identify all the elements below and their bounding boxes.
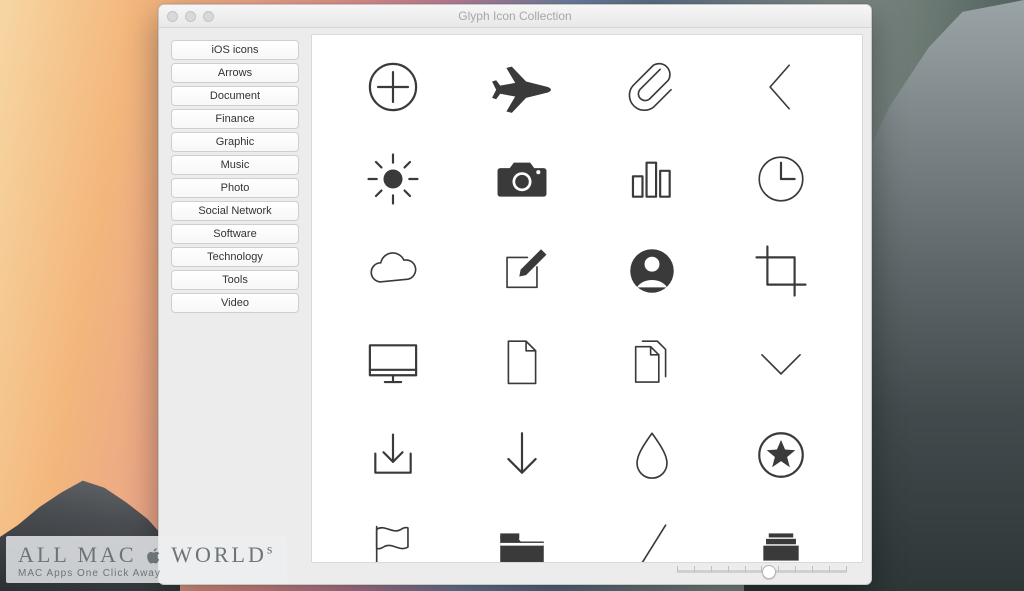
document-icon[interactable] xyxy=(458,317,588,409)
category-technology[interactable]: Technology xyxy=(171,247,299,267)
apple-logo-icon xyxy=(147,548,161,564)
minimize-button[interactable] xyxy=(185,11,196,22)
zoom-slider-track[interactable] xyxy=(677,570,847,573)
download-icon[interactable] xyxy=(328,409,458,501)
category-ios-icons[interactable]: iOS icons xyxy=(171,40,299,60)
slash-icon[interactable] xyxy=(587,501,717,563)
airplane-icon[interactable] xyxy=(458,41,588,133)
window-title: Glyph Icon Collection xyxy=(159,9,871,23)
camera-icon[interactable] xyxy=(458,133,588,225)
close-button[interactable] xyxy=(167,11,178,22)
folder-icon[interactable] xyxy=(458,501,588,563)
traffic-lights xyxy=(167,11,214,22)
app-window: Glyph Icon Collection iOS icons Arrows D… xyxy=(158,4,872,585)
category-photo[interactable]: Photo xyxy=(171,178,299,198)
category-finance[interactable]: Finance xyxy=(171,109,299,129)
icon-canvas[interactable] xyxy=(311,34,863,563)
paperclip-icon[interactable] xyxy=(587,41,717,133)
brightness-sun-icon[interactable] xyxy=(328,133,458,225)
category-software[interactable]: Software xyxy=(171,224,299,244)
chevron-left-icon[interactable] xyxy=(717,41,847,133)
chevron-down-icon[interactable] xyxy=(717,317,847,409)
arrow-down-icon[interactable] xyxy=(458,409,588,501)
drop-icon[interactable] xyxy=(587,409,717,501)
category-music[interactable]: Music xyxy=(171,155,299,175)
flag-icon[interactable] xyxy=(328,501,458,563)
window-content: iOS icons Arrows Document Finance Graphi… xyxy=(159,28,871,585)
monitor-icon[interactable] xyxy=(328,317,458,409)
stack-icon[interactable] xyxy=(717,501,847,563)
category-tools[interactable]: Tools xyxy=(171,270,299,290)
compose-icon[interactable] xyxy=(458,225,588,317)
category-social-network[interactable]: Social Network xyxy=(171,201,299,221)
clock-icon[interactable] xyxy=(717,133,847,225)
watermark-line2: MAC Apps One Click Away xyxy=(18,568,275,579)
icon-grid xyxy=(312,35,862,563)
category-video[interactable]: Video xyxy=(171,293,299,313)
crop-icon[interactable] xyxy=(717,225,847,317)
category-arrows[interactable]: Arrows xyxy=(171,63,299,83)
bar-chart-icon[interactable] xyxy=(587,133,717,225)
category-graphic[interactable]: Graphic xyxy=(171,132,299,152)
zoom-slider-thumb[interactable] xyxy=(762,565,776,579)
watermark: ALL MAC WORLDs MAC Apps One Click Away xyxy=(6,536,287,583)
contact-icon[interactable] xyxy=(587,225,717,317)
plus-circle-icon[interactable] xyxy=(328,41,458,133)
zoom-button[interactable] xyxy=(203,11,214,22)
cloud-icon[interactable] xyxy=(328,225,458,317)
category-sidebar: iOS icons Arrows Document Finance Graphi… xyxy=(159,28,311,585)
watermark-line1: ALL MAC WORLDs xyxy=(18,542,275,568)
titlebar[interactable]: Glyph Icon Collection xyxy=(159,5,871,28)
star-circle-icon[interactable] xyxy=(717,409,847,501)
desktop-wallpaper: Glyph Icon Collection iOS icons Arrows D… xyxy=(0,0,1024,591)
zoom-slider[interactable] xyxy=(677,564,847,578)
documents-icon[interactable] xyxy=(587,317,717,409)
category-document[interactable]: Document xyxy=(171,86,299,106)
